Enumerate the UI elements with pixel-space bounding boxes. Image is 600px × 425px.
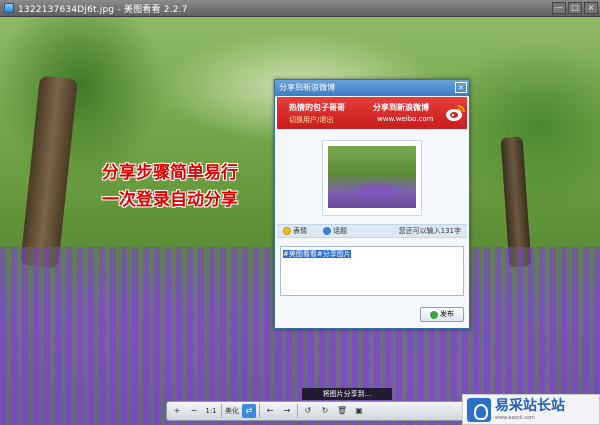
publish-button[interactable]: 发布 (420, 307, 464, 322)
maximize-button[interactable]: □ (568, 2, 582, 14)
smiley-icon (283, 227, 291, 235)
watermark-name: 易采站长站 (495, 397, 565, 414)
topic-icon (323, 227, 331, 235)
share-icon[interactable]: ⇄ (242, 404, 256, 418)
dialog-title-bar: 分享到新浪微博 × (275, 80, 469, 96)
image-preview (322, 140, 422, 216)
zoom-out-icon[interactable]: − (187, 404, 201, 418)
title-bar: 1322137634Dj6t.jpg - 美图看看 2.2.7 — □ × (0, 0, 600, 17)
status-tooltip: 将图片分享到... (302, 388, 392, 400)
toolbar-divider (221, 404, 222, 418)
rotate-right-icon[interactable]: ↻ (318, 404, 332, 418)
compose-toolbar: 表情 话题 您还可以输入131字 (277, 224, 467, 238)
delete-icon[interactable]: 🗑 (335, 404, 349, 418)
message-input[interactable]: #美图看看#分享图片 (280, 246, 464, 296)
rotate-left-icon[interactable]: ↺ (301, 404, 315, 418)
zoom-in-icon[interactable]: + (170, 404, 184, 418)
weibo-banner: 热情的包子哥哥 切换用户/退出 分享到新浪微博 www.weibo.com (277, 97, 467, 129)
close-window-button[interactable]: × (584, 2, 598, 14)
topic-label: 话题 (333, 227, 347, 235)
toolbar-divider (297, 404, 298, 418)
char-counter: 您还可以输入131字 (398, 227, 461, 235)
weibo-url: www.weibo.com (377, 115, 434, 123)
viewer-toolbar: + − 1:1 美化 ⇄ ← → ↺ ↻ 🗑 ▣ (166, 401, 466, 421)
weibo-logo-icon (446, 105, 465, 121)
tree-trunk (20, 75, 78, 269)
more-icon[interactable]: ▣ (352, 404, 366, 418)
share-to-label: 分享到新浪微博 (373, 103, 429, 112)
toolbar-divider (259, 404, 260, 418)
username: 热情的包子哥哥 (289, 103, 345, 112)
promo-overlay: 分享步骤简单易行 一次登录自动分享 (102, 160, 238, 214)
emoji-button[interactable]: 表情 (283, 225, 307, 237)
dialog-close-button[interactable]: × (455, 82, 467, 93)
emoji-label: 表情 (293, 227, 307, 235)
preview-thumbnail (328, 146, 416, 208)
switch-user-link[interactable]: 切换用户/退出 (289, 115, 333, 125)
promo-line-1: 分享步骤简单易行 (102, 163, 238, 183)
publish-label: 发布 (440, 310, 454, 318)
dialog-title: 分享到新浪微博 (279, 83, 335, 92)
watermark-url: www.easck.com (495, 414, 536, 421)
minimize-button[interactable]: — (552, 2, 566, 14)
window-title: 1322137634Dj6t.jpg - 美图看看 2.2.7 (18, 4, 188, 15)
app-icon (4, 3, 14, 13)
share-dialog: 分享到新浪微博 × 热情的包子哥哥 切换用户/退出 分享到新浪微博 www.we… (274, 79, 470, 329)
promo-line-2: 一次登录自动分享 (102, 190, 238, 210)
message-text: #美图看看#分享图片 (283, 250, 351, 258)
beautify-button[interactable]: 美化 (225, 404, 239, 418)
site-watermark: 易采站长站 www.easck.com (462, 394, 600, 425)
watermark-logo-icon (467, 397, 491, 422)
publish-icon (430, 310, 438, 319)
actual-size-button[interactable]: 1:1 (204, 404, 218, 418)
previous-image-icon[interactable]: ← (263, 404, 277, 418)
topic-button[interactable]: 话题 (323, 225, 347, 237)
next-image-icon[interactable]: → (280, 404, 294, 418)
window-controls: — □ × (552, 2, 598, 14)
